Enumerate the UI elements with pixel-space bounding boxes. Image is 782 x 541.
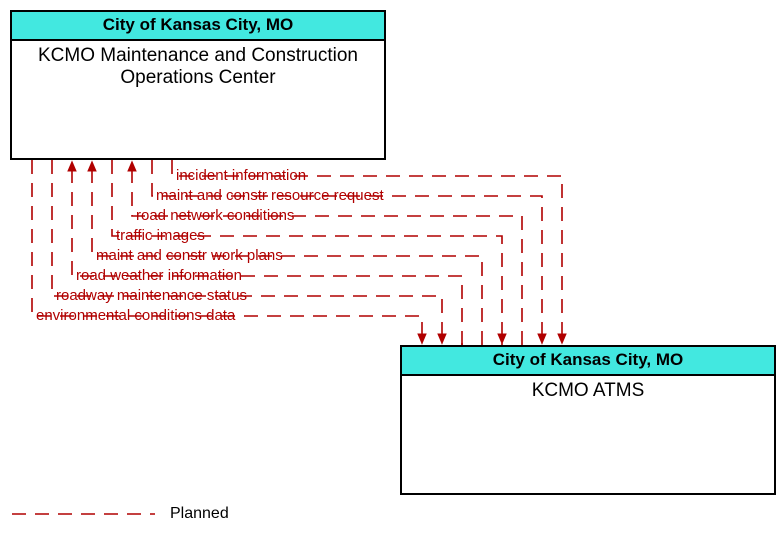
flow-label-incident-information: incident information xyxy=(176,168,306,183)
flow-label-work-plans: maint and constr work plans xyxy=(96,248,283,263)
flow-label-roadway-maintenance: roadway maintenance status xyxy=(56,288,247,303)
flow-label-environmental: environmental conditions data xyxy=(36,308,235,323)
flow-label-resource-request: maint and constr resource request xyxy=(156,188,384,203)
flow-label-road-weather: road weather information xyxy=(76,268,242,283)
legend-label-planned: Planned xyxy=(170,505,229,523)
flow-label-road-network: road network conditions xyxy=(136,208,294,223)
flow-label-traffic-images: traffic images xyxy=(116,228,205,243)
